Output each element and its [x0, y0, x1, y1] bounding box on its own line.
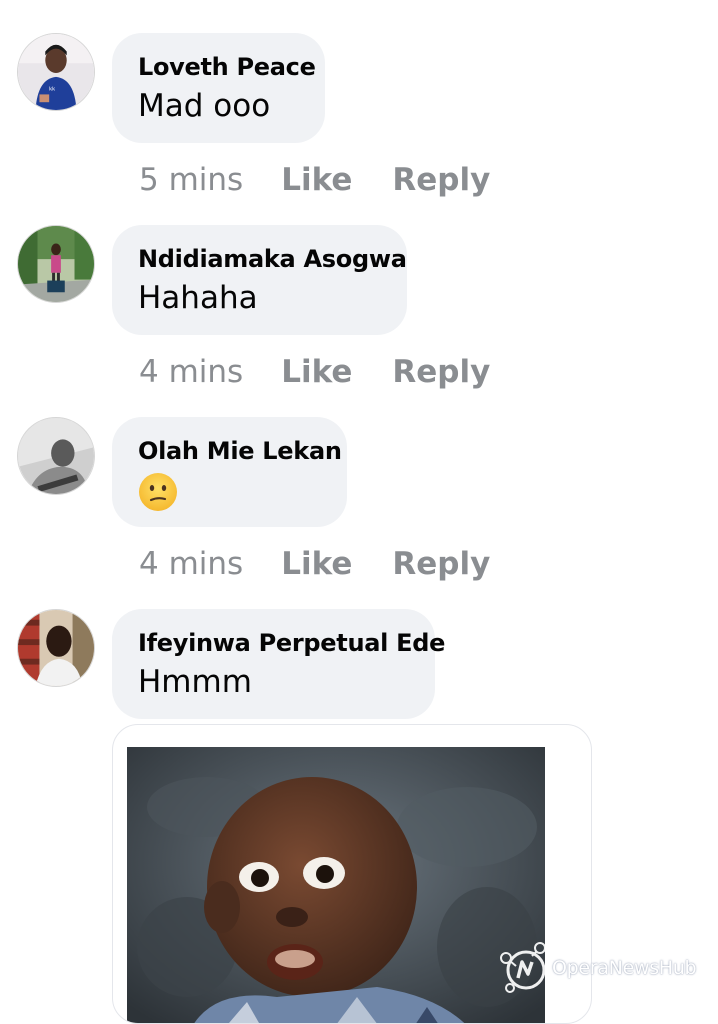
like-button[interactable]: Like	[281, 544, 352, 584]
comment-author[interactable]: Ndidiamaka Asogwa	[138, 244, 407, 274]
comment-bubble: Olah Mie Lekan	[112, 417, 347, 527]
reply-button[interactable]: Reply	[392, 544, 490, 584]
like-button[interactable]: Like	[281, 352, 352, 392]
comment-text: Hmmm	[138, 664, 252, 700]
comment-bubble: Loveth Peace Mad ooo	[112, 33, 325, 143]
comment-text: Mad ooo	[138, 88, 271, 124]
avatar[interactable]	[17, 225, 95, 303]
svg-text:kk: kk	[49, 87, 55, 93]
avatar[interactable]: kk	[17, 33, 95, 111]
comment-actions: 5 mins Like Reply	[139, 160, 490, 200]
confused-face-emoji	[139, 472, 177, 511]
comment-author[interactable]: Olah Mie Lekan	[138, 436, 342, 466]
watermark: OperaNewsHub	[496, 938, 697, 998]
baby-photo-sticker	[127, 747, 545, 1023]
comment-author[interactable]: Loveth Peace	[138, 52, 316, 82]
operanews-logo-icon	[500, 942, 546, 993]
comment-actions: 4 mins Like Reply	[139, 352, 490, 392]
comment-bubble: Ndidiamaka Asogwa Hahaha	[112, 225, 407, 335]
reply-button[interactable]: Reply	[392, 160, 490, 200]
watermark-text: OperaNewsHub	[552, 957, 697, 979]
comment-text: Hahaha	[138, 280, 258, 316]
comment-author[interactable]: Ifeyinwa Perpetual Ede	[138, 628, 445, 658]
comment-time[interactable]: 5 mins	[139, 160, 243, 200]
comment-actions: 4 mins Like Reply	[139, 544, 490, 584]
like-button[interactable]: Like	[281, 160, 352, 200]
reply-button[interactable]: Reply	[392, 352, 490, 392]
comment-time[interactable]: 4 mins	[139, 544, 243, 584]
comment-text	[138, 470, 321, 512]
comment-bubble: Ifeyinwa Perpetual Ede Hmmm	[112, 609, 445, 719]
comment-time[interactable]: 4 mins	[139, 352, 243, 392]
avatar[interactable]	[17, 609, 95, 687]
avatar[interactable]	[17, 417, 95, 495]
